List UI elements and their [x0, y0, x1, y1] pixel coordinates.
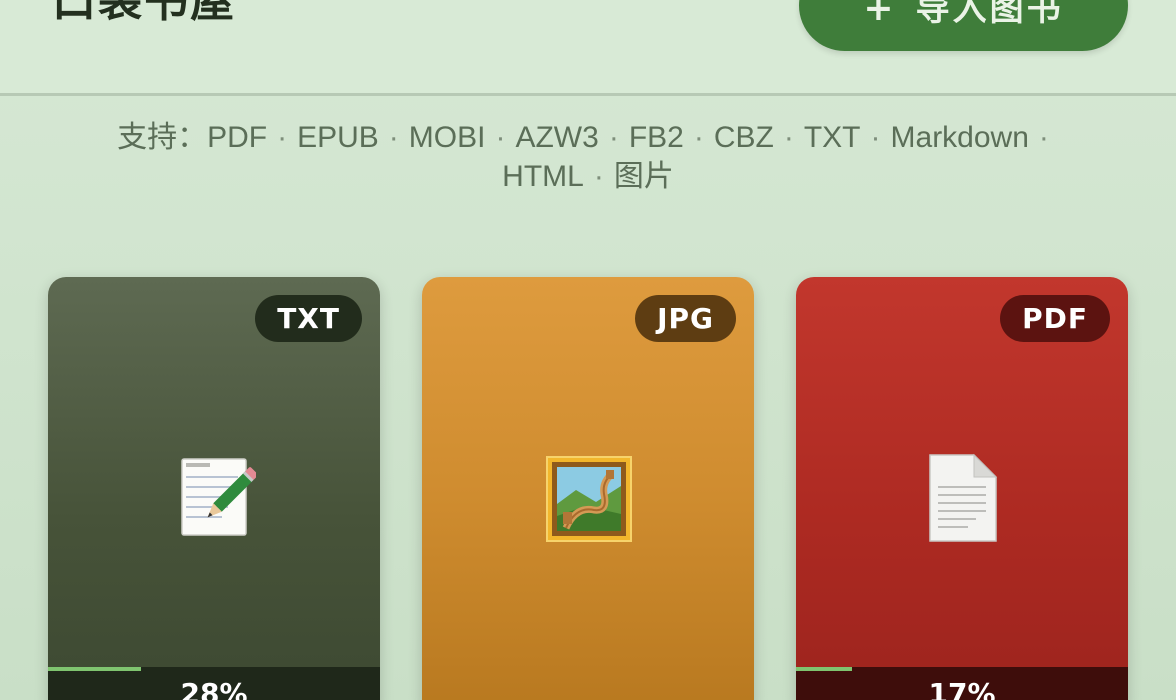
format-label: FB2 — [628, 121, 684, 154]
format-label: Markdown — [890, 121, 1029, 154]
supported-formats: 支持：PDF · EPUB · MOBI · AZW3 · FB2 · CBZ · TXT · Markdo… — [60, 118, 1116, 196]
format-label: TXT — [803, 121, 861, 154]
format-separator: · — [495, 121, 506, 154]
format-separator: · — [608, 121, 619, 154]
progress-fill — [796, 667, 853, 671]
bookshelf-page: 口袋书屋 + 导入图书 支持：PDF · EPUB · MOBI · AZW3 · FB2 · CB… — [0, 0, 1176, 700]
document-page-icon — [929, 453, 998, 542]
format-separator: · — [277, 121, 288, 154]
format-badge: JPG — [635, 295, 736, 342]
progress-label: 28% — [180, 677, 248, 700]
app-header: 口袋书屋 + 导入图书 — [0, 0, 1176, 96]
book-card[interactable]: JPG — [422, 277, 754, 700]
format-separator: · — [388, 121, 399, 154]
book-card[interactable]: TXT 28% — [48, 277, 380, 700]
format-label: CBZ — [713, 121, 774, 154]
format-badge: PDF — [1000, 295, 1110, 342]
format-label: MOBI — [408, 121, 486, 154]
format-label: HTML — [502, 160, 584, 193]
supported-prefix: 支持： — [117, 121, 208, 154]
memo-pencil-icon — [181, 458, 256, 536]
app-title: 口袋书屋 — [52, 0, 236, 27]
format-separator: · — [593, 160, 604, 193]
reading-progress: 17% — [796, 667, 1128, 700]
import-book-label: 导入图书 — [915, 0, 1064, 29]
format-separator: · — [1038, 121, 1049, 154]
framed-landscape-icon — [546, 456, 632, 542]
book-card[interactable]: PDF 17% — [796, 277, 1128, 700]
format-label: PDF — [207, 121, 268, 154]
progress-fill — [48, 667, 141, 671]
format-separator: · — [693, 121, 704, 154]
format-badge: TXT — [255, 295, 362, 342]
format-separator: · — [870, 121, 881, 154]
format-label: EPUB — [297, 121, 379, 154]
plus-icon: + — [863, 0, 894, 29]
format-label: 图片 — [613, 160, 674, 193]
format-separator: · — [783, 121, 794, 154]
progress-label: 17% — [928, 677, 996, 700]
format-label: AZW3 — [515, 121, 599, 154]
import-book-button[interactable]: + 导入图书 — [799, 0, 1128, 51]
reading-progress: 28% — [48, 667, 380, 700]
